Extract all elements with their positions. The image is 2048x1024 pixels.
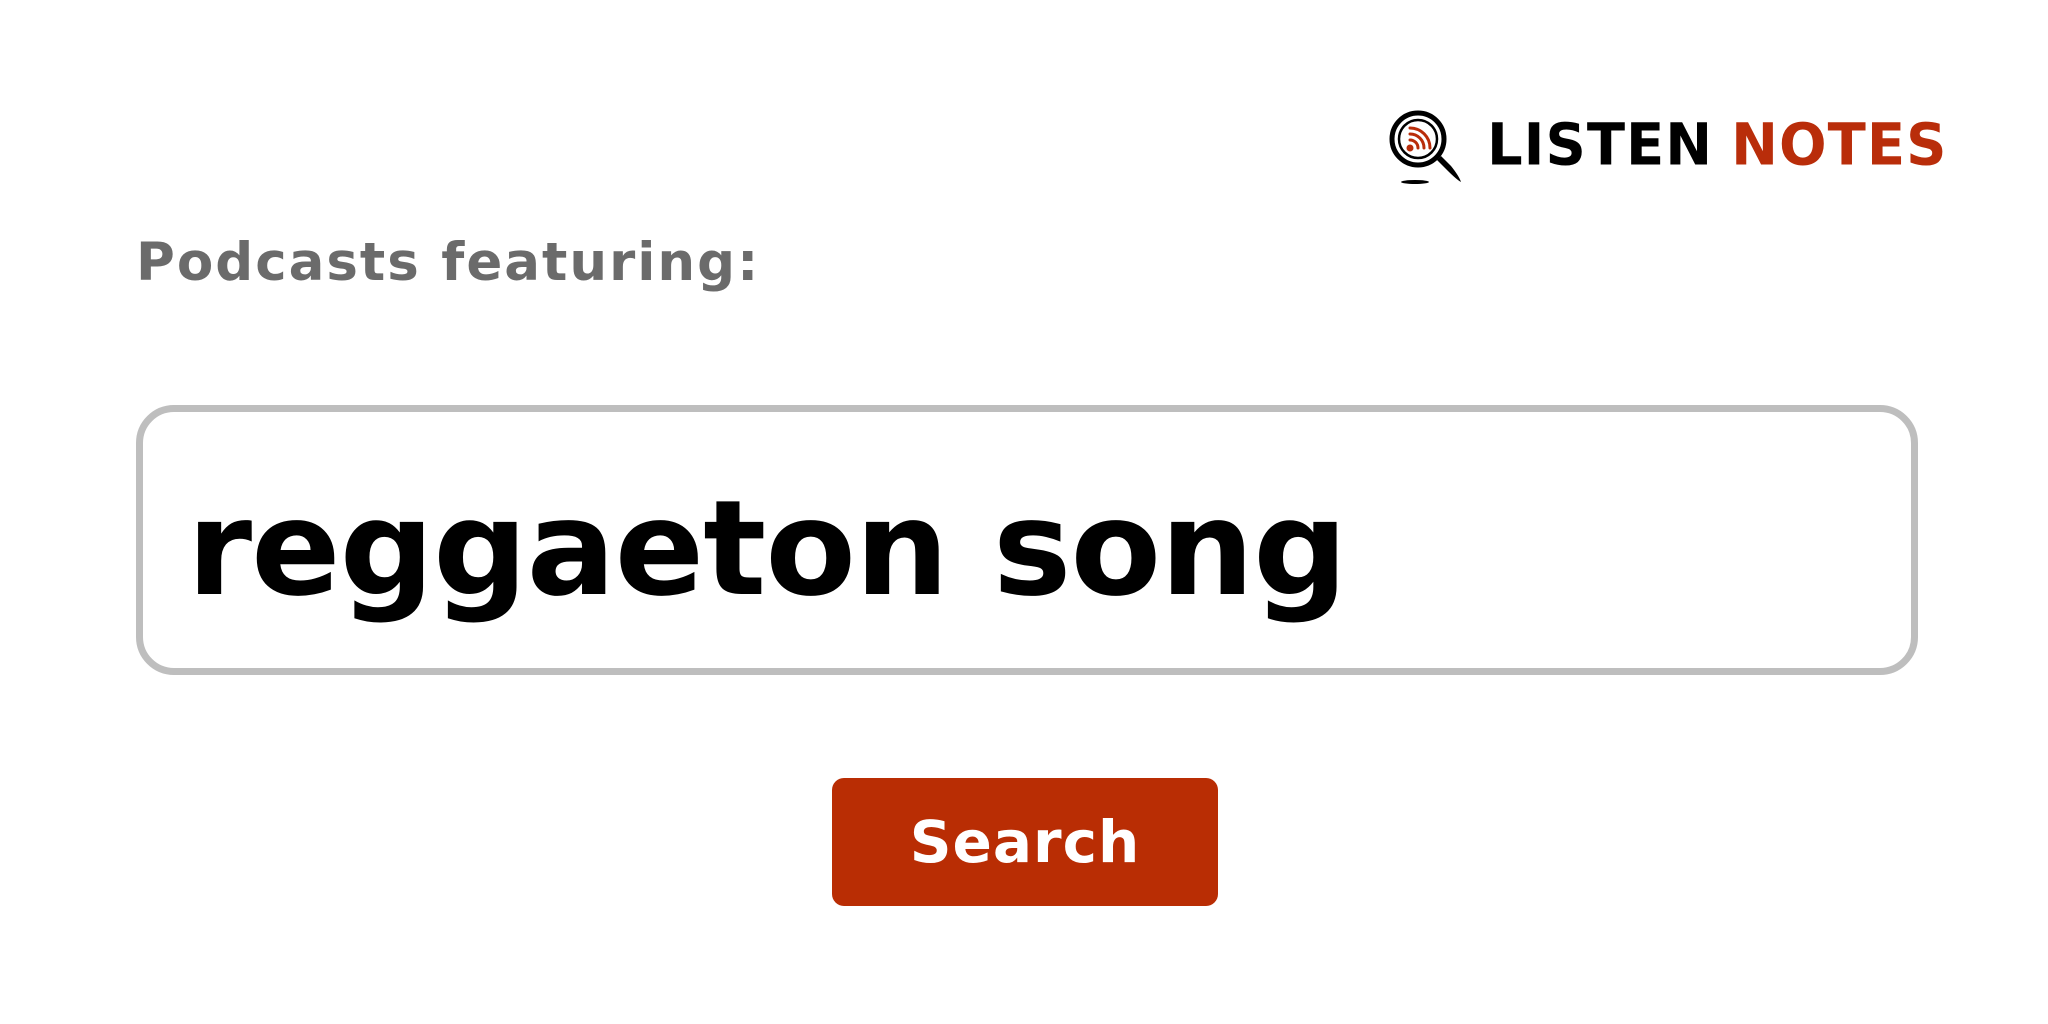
listen-notes-logo[interactable]: LISTEN NOTES bbox=[1385, 106, 1947, 186]
search-box[interactable] bbox=[136, 405, 1918, 675]
magnifier-podcast-icon bbox=[1389, 110, 1461, 184]
search-button[interactable]: Search bbox=[832, 778, 1218, 906]
logo-word-listen: LISTEN bbox=[1487, 111, 1714, 180]
logo-text: LISTEN NOTES bbox=[1487, 111, 1948, 180]
logo-word-notes: NOTES bbox=[1731, 111, 1948, 180]
podcasts-featuring-label: Podcasts featuring: bbox=[136, 232, 761, 293]
search-input[interactable] bbox=[143, 472, 1911, 626]
